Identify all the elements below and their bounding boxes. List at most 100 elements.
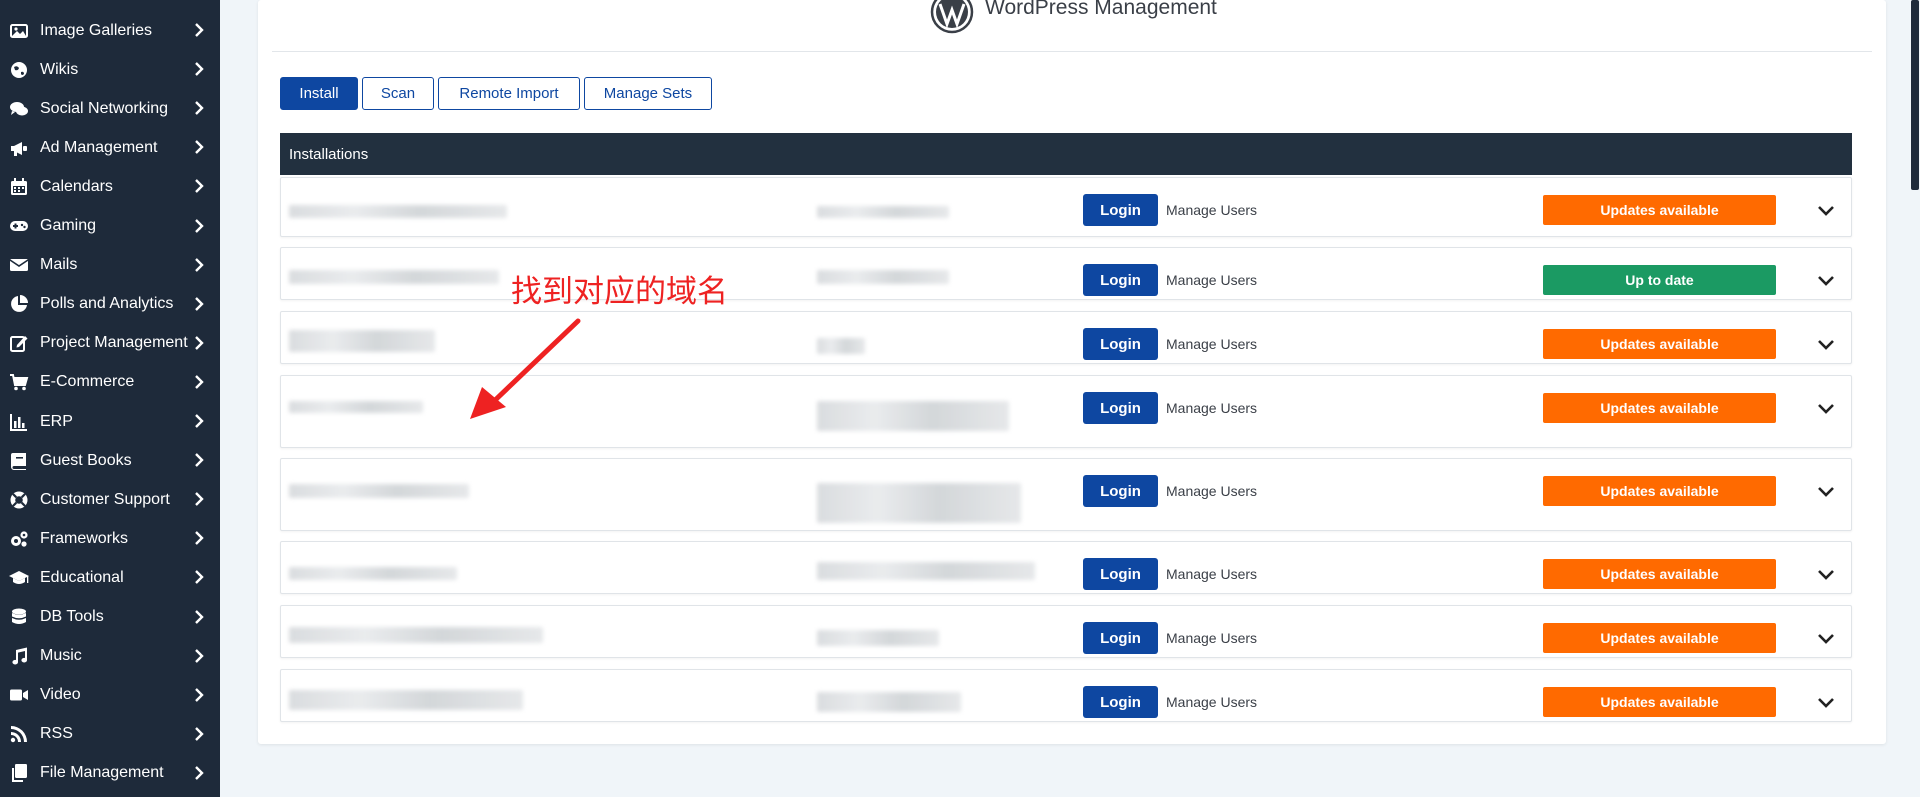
login-button[interactable]: Login [1083, 328, 1158, 360]
manage-users-link[interactable]: Manage Users [1166, 566, 1257, 582]
tab-manage-sets[interactable]: Manage Sets [584, 77, 712, 110]
annotation-arrow-icon [470, 318, 581, 419]
installation-row: Login Manage Users Updates available [280, 605, 1852, 658]
sidebar-item-image-galleries[interactable]: Image Galleries [0, 11, 220, 50]
sidebar-item-e-commerce[interactable]: E-Commerce [0, 363, 220, 402]
chat-icon [8, 98, 30, 120]
sidebar-item-label: Frameworks [40, 529, 129, 547]
action-tabs: Install Scan Remote Import Manage Sets [280, 77, 716, 110]
rss-icon [8, 723, 30, 745]
chevron-right-icon [190, 99, 208, 117]
edit-icon [8, 332, 30, 354]
sidebar-item-mails[interactable]: Mails [0, 246, 220, 285]
sidebar: Image Galleries Wikis Social Networking Ad … [0, 0, 220, 797]
installation-row: Login Manage Users Updates available [280, 458, 1852, 531]
status-badge: Updates available [1543, 687, 1776, 717]
sidebar-item-customer-support[interactable]: Customer Support [0, 480, 220, 519]
login-button[interactable]: Login [1083, 194, 1158, 226]
status-badge: Updates available [1543, 195, 1776, 225]
globe-icon [8, 59, 30, 81]
database-icon [8, 606, 30, 628]
sidebar-item-label: E-Commerce [40, 373, 135, 391]
status-badge: Updates available [1543, 329, 1776, 359]
installation-row: Login Manage Users Updates available [280, 541, 1852, 594]
blurred-domain [289, 205, 507, 218]
sidebar-item-polls-and-analytics[interactable]: Polls and Analytics [0, 285, 220, 324]
expand-chevron-icon[interactable] [1815, 563, 1837, 585]
sidebar-item-db-tools[interactable]: DB Tools [0, 598, 220, 637]
manage-users-link[interactable]: Manage Users [1166, 336, 1257, 352]
expand-chevron-icon[interactable] [1815, 199, 1837, 221]
video-icon [8, 684, 30, 706]
sidebar-item-label: Guest Books [40, 451, 132, 469]
panel-header: WordPress Management [272, 0, 1872, 52]
sidebar-item-frameworks[interactable]: Frameworks [0, 519, 220, 558]
chevron-right-icon [190, 412, 208, 430]
chevron-right-icon [190, 608, 208, 626]
lifebuoy-icon [8, 489, 30, 511]
tab-install[interactable]: Install [280, 77, 358, 110]
expand-chevron-icon[interactable] [1815, 269, 1837, 291]
tab-scan[interactable]: Scan [362, 77, 434, 110]
blurred-domain [289, 401, 423, 413]
expand-chevron-icon[interactable] [1815, 480, 1837, 502]
chevron-right-icon [190, 256, 208, 274]
chevron-right-icon [190, 647, 208, 665]
cogs-icon [8, 528, 30, 550]
sidebar-item-calendars[interactable]: Calendars [0, 167, 220, 206]
sidebar-item-ad-management[interactable]: Ad Management [0, 128, 220, 167]
annotation-text: 找到对应的域名 [511, 274, 728, 310]
bar-chart-icon [8, 411, 30, 433]
sidebar-item-label: RSS [40, 725, 73, 743]
sidebar-item-video[interactable]: Video [0, 676, 220, 715]
page-title: WordPress Management [985, 0, 1217, 19]
manage-users-link[interactable]: Manage Users [1166, 694, 1257, 710]
blurred-path [817, 401, 1009, 431]
chevron-right-icon [190, 60, 208, 78]
image-icon [8, 20, 30, 42]
chevron-right-icon [190, 490, 208, 508]
sidebar-item-label: Project Management [40, 334, 188, 352]
status-badge: Up to date [1543, 265, 1776, 295]
sidebar-item-label: Educational [40, 568, 124, 586]
blurred-domain [289, 567, 457, 580]
blurred-domain [289, 690, 523, 710]
login-button[interactable]: Login [1083, 392, 1158, 424]
sidebar-item-rss[interactable]: RSS [0, 715, 220, 754]
expand-chevron-icon[interactable] [1815, 691, 1837, 713]
expand-chevron-icon[interactable] [1815, 397, 1837, 419]
manage-users-link[interactable]: Manage Users [1166, 202, 1257, 218]
sidebar-item-label: Customer Support [40, 490, 170, 508]
sidebar-item-social-networking[interactable]: Social Networking [0, 89, 220, 128]
sidebar-item-label: Polls and Analytics [40, 295, 174, 313]
login-button[interactable]: Login [1083, 475, 1158, 507]
sidebar-item-gaming[interactable]: Gaming [0, 207, 220, 246]
login-button[interactable]: Login [1083, 558, 1158, 590]
sidebar-item-guest-books[interactable]: Guest Books [0, 441, 220, 480]
sidebar-item-music[interactable]: Music [0, 637, 220, 676]
expand-chevron-icon[interactable] [1815, 333, 1837, 355]
scrollbar-thumb[interactable] [1911, 0, 1919, 190]
manage-users-link[interactable]: Manage Users [1166, 483, 1257, 499]
sidebar-item-wikis[interactable]: Wikis [0, 50, 220, 89]
chevron-right-icon [190, 529, 208, 547]
login-button[interactable]: Login [1083, 686, 1158, 718]
sidebar-item-erp[interactable]: ERP [0, 402, 220, 441]
manage-users-link[interactable]: Manage Users [1166, 630, 1257, 646]
sidebar-item-label: Music [40, 647, 82, 665]
manage-users-link[interactable]: Manage Users [1166, 400, 1257, 416]
expand-chevron-icon[interactable] [1815, 627, 1837, 649]
blurred-domain [289, 627, 543, 643]
sidebar-item-label: Gaming [40, 217, 97, 234]
tab-remote-import[interactable]: Remote Import [438, 77, 580, 110]
sidebar-item-educational[interactable]: Educational [0, 558, 220, 597]
music-icon [8, 645, 30, 667]
sidebar-item-label: DB Tools [40, 608, 104, 625]
login-button[interactable]: Login [1083, 264, 1158, 296]
blurred-path [817, 562, 1035, 580]
manage-users-link[interactable]: Manage Users [1166, 272, 1257, 288]
sidebar-item-project-management[interactable]: Project Management [0, 324, 220, 363]
chevron-right-icon [190, 21, 208, 39]
sidebar-item-file-management[interactable]: File Management [0, 754, 220, 793]
login-button[interactable]: Login [1083, 622, 1158, 654]
